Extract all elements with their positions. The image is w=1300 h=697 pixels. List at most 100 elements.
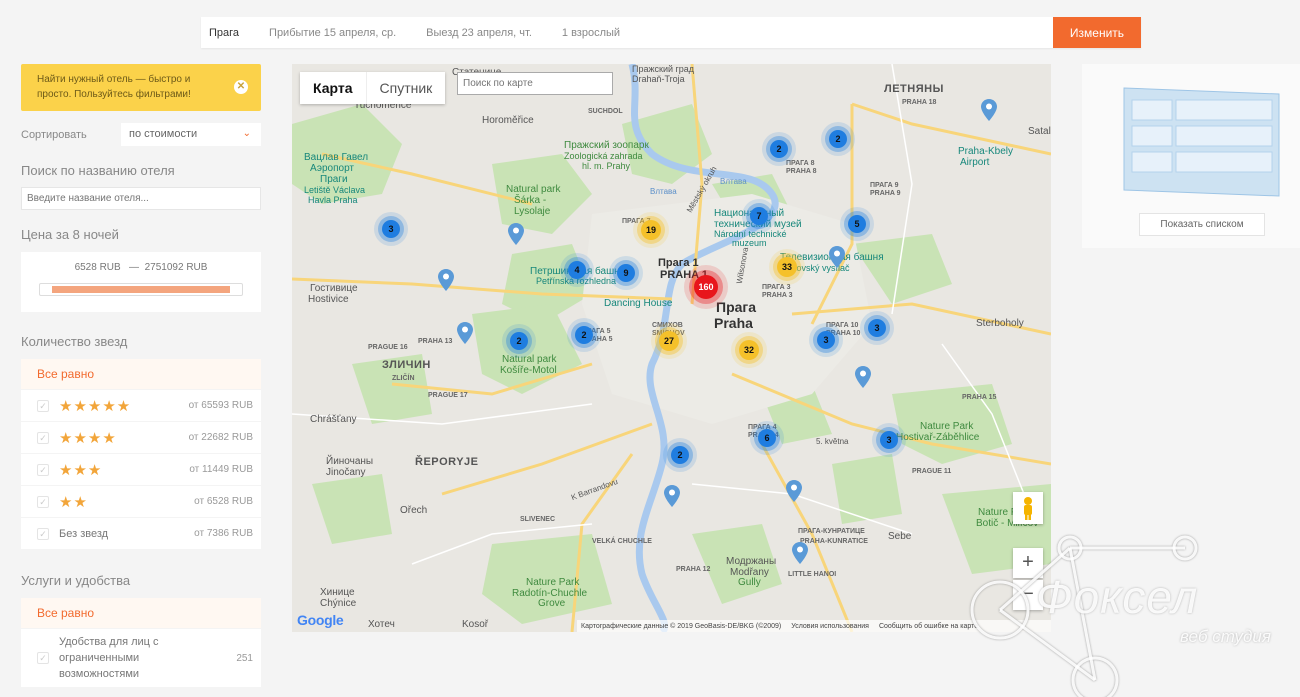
map-type-tabs: Карта Спутник [300, 72, 446, 104]
stars-rating: ★★★★ [59, 429, 117, 447]
star-option-5[interactable]: ✓ ★★★★★ от 65593 RUB [21, 390, 261, 421]
attribution-text: Картографические данные © 2019 GeoBasis-… [581, 622, 782, 630]
map-label: Гостивице [310, 283, 358, 294]
stars-title: Количество звезд [21, 334, 128, 349]
map-pin-icon[interactable] [508, 223, 524, 245]
checkbox[interactable]: ✓ [37, 399, 49, 412]
checkbox[interactable]: ✓ [37, 495, 49, 508]
street-view-pegman-icon[interactable] [1013, 492, 1043, 524]
map-pin-icon[interactable] [786, 480, 802, 502]
map-label: Praha [714, 315, 753, 331]
sort-select[interactable]: по стоимости ⌄ [121, 123, 261, 146]
checkbox[interactable]: ✓ [37, 527, 49, 540]
star-option-4[interactable]: ✓ ★★★★ от 22682 RUB [21, 422, 261, 453]
stars-any-option[interactable]: Все равно [21, 359, 261, 389]
hotel-cluster[interactable]: 27 [659, 331, 679, 351]
amenity-count: 251 [236, 652, 253, 664]
amenity-option[interactable]: ✓ Удобства для лиц с ограниченными возмо… [21, 629, 261, 687]
sort-label: Сортировать [21, 128, 87, 141]
checkbox[interactable]: ✓ [37, 431, 49, 444]
map-label: Праги [320, 174, 348, 185]
terms-link[interactable]: Условия использования [791, 623, 869, 630]
map-pin-icon[interactable] [664, 485, 680, 507]
stars-rating: ★★★ [59, 461, 103, 479]
hotel-cluster[interactable]: 3 [817, 331, 835, 349]
hotel-cluster[interactable]: 5 [848, 215, 866, 233]
hotel-cluster[interactable]: 160 [694, 275, 718, 299]
map-label: PRAHA 3 [762, 292, 793, 299]
map-label: Natural park [502, 354, 557, 365]
name-search-title: Поиск по названию отеля [21, 163, 175, 178]
map-pin-icon[interactable] [457, 322, 473, 344]
hotel-cluster[interactable]: 3 [868, 319, 886, 337]
checkbox[interactable]: ✓ [37, 463, 49, 476]
hotel-cluster[interactable]: 2 [671, 446, 689, 464]
map-label: Пражский зоопарк [564, 140, 649, 151]
tab-map[interactable]: Карта [300, 72, 366, 104]
map-label: Ořech [400, 505, 428, 516]
amenities-any-option[interactable]: Все равно [21, 598, 261, 628]
map-label: Йиночаны [326, 456, 374, 467]
hotel-cluster[interactable]: 6 [758, 429, 776, 447]
map-label: Praha-Kbely [958, 146, 1014, 157]
map-label: Модржаны [726, 556, 777, 567]
show-list-button[interactable]: Показать списком [1139, 213, 1265, 236]
map-label: SUCHDOL [588, 108, 623, 115]
hotel-cluster[interactable]: 2 [829, 130, 847, 148]
map-label: PRAHA-KUNRATICE [800, 538, 868, 545]
map-label: Влтава [720, 177, 747, 186]
star-price: от 11449 RUB [189, 464, 253, 475]
map-label: Хотеч [368, 619, 395, 630]
hotel-cluster[interactable]: 7 [750, 207, 768, 225]
close-icon[interactable]: ✕ [234, 80, 248, 94]
hotel-cluster[interactable]: 3 [382, 220, 400, 238]
stars-rating: ★★★★★ [59, 397, 132, 415]
hotel-cluster[interactable]: 2 [510, 332, 528, 350]
map-label: ZLIČÍN [392, 375, 415, 382]
tab-satellite[interactable]: Спутник [365, 72, 446, 104]
hotel-cluster[interactable]: 32 [739, 340, 759, 360]
map-label: Аэропорт [310, 163, 355, 174]
price-slider[interactable] [39, 283, 243, 296]
map-label: Havla Praha [308, 195, 358, 205]
hotel-cluster[interactable]: 19 [641, 220, 661, 240]
map-label: 5. května [816, 437, 849, 446]
hotel-cluster[interactable]: 4 [568, 261, 586, 279]
price-range-text: 6528 RUB — 2751092 RUB [74, 262, 208, 273]
map-pin-icon[interactable] [981, 99, 997, 121]
city-field[interactable]: Прага [201, 27, 254, 39]
amenities-title: Услуги и удобства [21, 573, 131, 588]
map-search-input[interactable] [457, 72, 613, 95]
map-label: hl. m. Prahy [582, 161, 631, 171]
star-option-2[interactable]: ✓ ★★ от 6528 RUB [21, 486, 261, 517]
arrival-date-field[interactable]: Прибытие 15 апреля, ср. [254, 27, 411, 39]
list-view-panel: Показать списком [1082, 64, 1300, 248]
map-label: ŘEPORYJE [415, 456, 479, 468]
map-label: PRAHA 8 [786, 168, 817, 175]
change-search-button[interactable]: Изменить [1053, 17, 1141, 48]
hotel-name-input[interactable] [21, 187, 261, 210]
hotel-cluster[interactable]: 3 [880, 431, 898, 449]
guests-field[interactable]: 1 взрослый [547, 27, 635, 39]
hotel-cluster[interactable]: 2 [770, 140, 788, 158]
price-slider-fill [52, 286, 230, 293]
hotels-map[interactable]: Tuchoměřice Horoměřice Статенице Пражски… [292, 64, 1051, 632]
map-label: PRAHA 13 [418, 338, 453, 345]
hotel-cluster[interactable]: 33 [777, 257, 797, 277]
map-pin-icon[interactable] [829, 246, 845, 268]
map-label: Прага [716, 299, 757, 315]
departure-date-field[interactable]: Выезд 23 апреля, чт. [411, 27, 547, 39]
map-pin-icon[interactable] [792, 542, 808, 564]
checkbox[interactable]: ✓ [37, 652, 49, 664]
map-pin-icon[interactable] [855, 366, 871, 388]
star-option-3[interactable]: ✓ ★★★ от 11449 RUB [21, 454, 261, 485]
filters-tip: Найти нужный отель — быстро и просто. По… [21, 64, 261, 111]
hotel-cluster[interactable]: 2 [575, 326, 593, 344]
map-pin-icon[interactable] [438, 269, 454, 291]
map-label: Влтава [650, 187, 677, 196]
map-label: PRAHA 9 [870, 190, 901, 197]
star-option-none[interactable]: ✓ Без звезд от 7386 RUB [21, 518, 261, 549]
hotel-cluster[interactable]: 9 [617, 264, 635, 282]
map-label: Sterboholy [976, 318, 1024, 329]
star-price: от 22682 RUB [188, 432, 253, 443]
